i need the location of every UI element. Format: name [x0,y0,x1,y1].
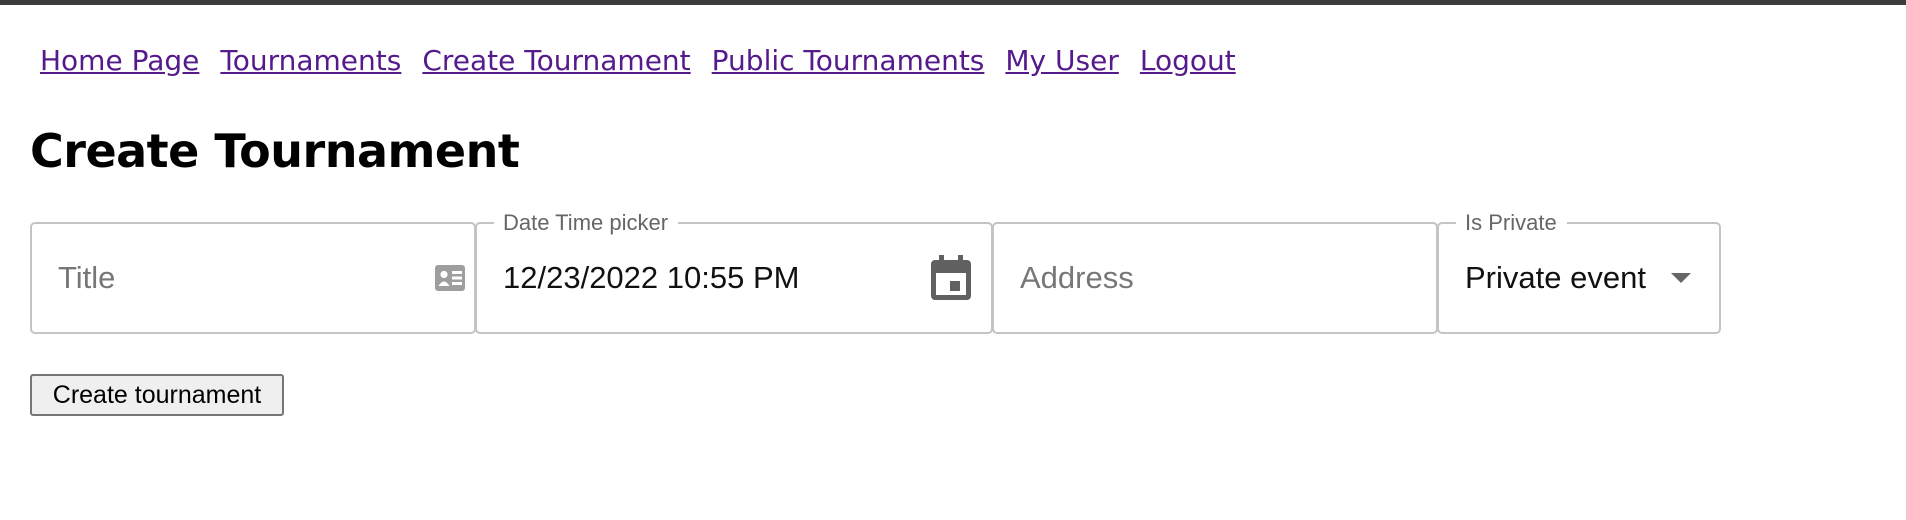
nav-link-tournaments[interactable]: Tournaments [220,44,401,77]
nav-link-create-tournament[interactable]: Create Tournament [422,44,690,77]
datetime-picker-field[interactable]: Date Time picker 12/23/2022 10:55 PM [475,211,993,334]
dropdown-arrow-icon[interactable] [1671,224,1691,332]
datetime-picker-value: 12/23/2022 10:55 PM [503,260,800,295]
window-top-border [0,0,1906,5]
address-field[interactable]: Address [992,222,1438,334]
is-private-selected-value: Private event [1465,260,1646,295]
page-title: Create Tournament [30,124,520,178]
nav-link-logout[interactable]: Logout [1140,44,1236,77]
nav-link-home-page[interactable]: Home Page [40,44,199,77]
title-field-placeholder: Title [58,260,116,295]
id-card-icon [434,224,466,332]
create-tournament-button[interactable]: Create tournament [30,374,284,416]
title-field[interactable]: Title [30,222,476,334]
nav-link-public-tournaments[interactable]: Public Tournaments [712,44,985,77]
nav-link-my-user[interactable]: My User [1005,44,1118,77]
address-field-placeholder: Address [1020,260,1134,295]
calendar-icon[interactable] [930,224,972,332]
top-navigation: Home Page Tournaments Create Tournament … [40,40,1257,80]
is-private-select[interactable]: Is Private Private event [1437,211,1721,334]
